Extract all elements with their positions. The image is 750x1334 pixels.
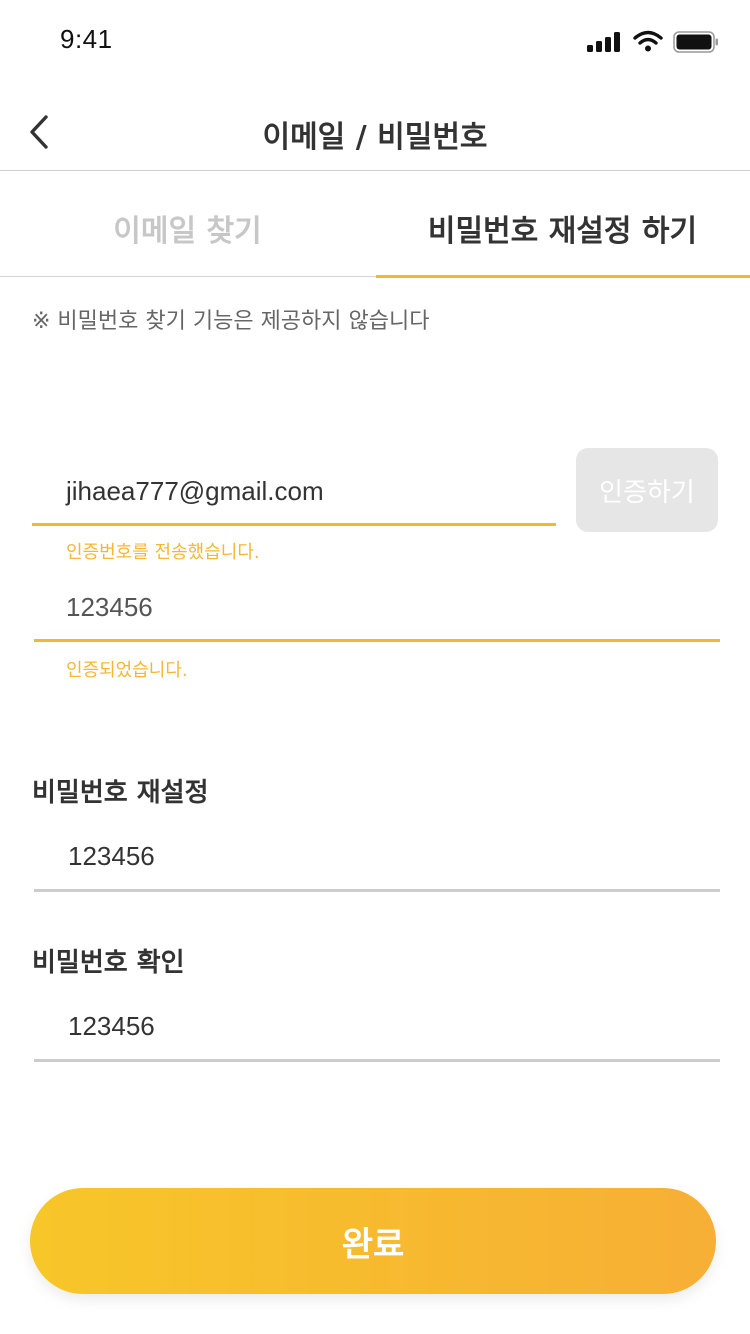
battery-icon (673, 31, 718, 53)
cellular-signal-icon (587, 32, 620, 52)
email-input-underline (32, 523, 556, 526)
confirm-password-label: 비밀번호 확인 (32, 948, 185, 978)
email-input[interactable]: jihaea777@gmail.com (66, 476, 324, 507)
header-divider (0, 170, 750, 171)
code-input-underline (34, 639, 720, 642)
complete-button[interactable]: 완료 (30, 1188, 716, 1294)
reset-password-label: 비밀번호 재설정 (32, 778, 209, 808)
new-password-underline (34, 889, 720, 892)
wifi-icon (633, 30, 663, 52)
tab-find-email[interactable]: 이메일 찾기 (0, 198, 375, 258)
page-title: 이메일 / 비밀번호 (262, 120, 488, 155)
active-tab-indicator (376, 275, 750, 278)
new-password-input[interactable]: 123456 (68, 841, 155, 872)
confirm-password-underline (34, 1059, 720, 1062)
confirm-password-input[interactable]: 123456 (68, 1011, 155, 1042)
tab-reset-password[interactable]: 비밀번호 재설정 하기 (375, 198, 750, 258)
notice-text: ※ 비밀번호 찾기 기능은 제공하지 않습니다 (32, 309, 430, 334)
verified-message: 인증되었습니다. (66, 660, 188, 681)
code-sent-message: 인증번호를 전송했습니다. (66, 542, 260, 563)
status-time: 9:41 (60, 24, 113, 54)
verification-code-input[interactable]: 123456 (66, 592, 153, 623)
verify-button[interactable]: 인증하기 (576, 448, 718, 532)
